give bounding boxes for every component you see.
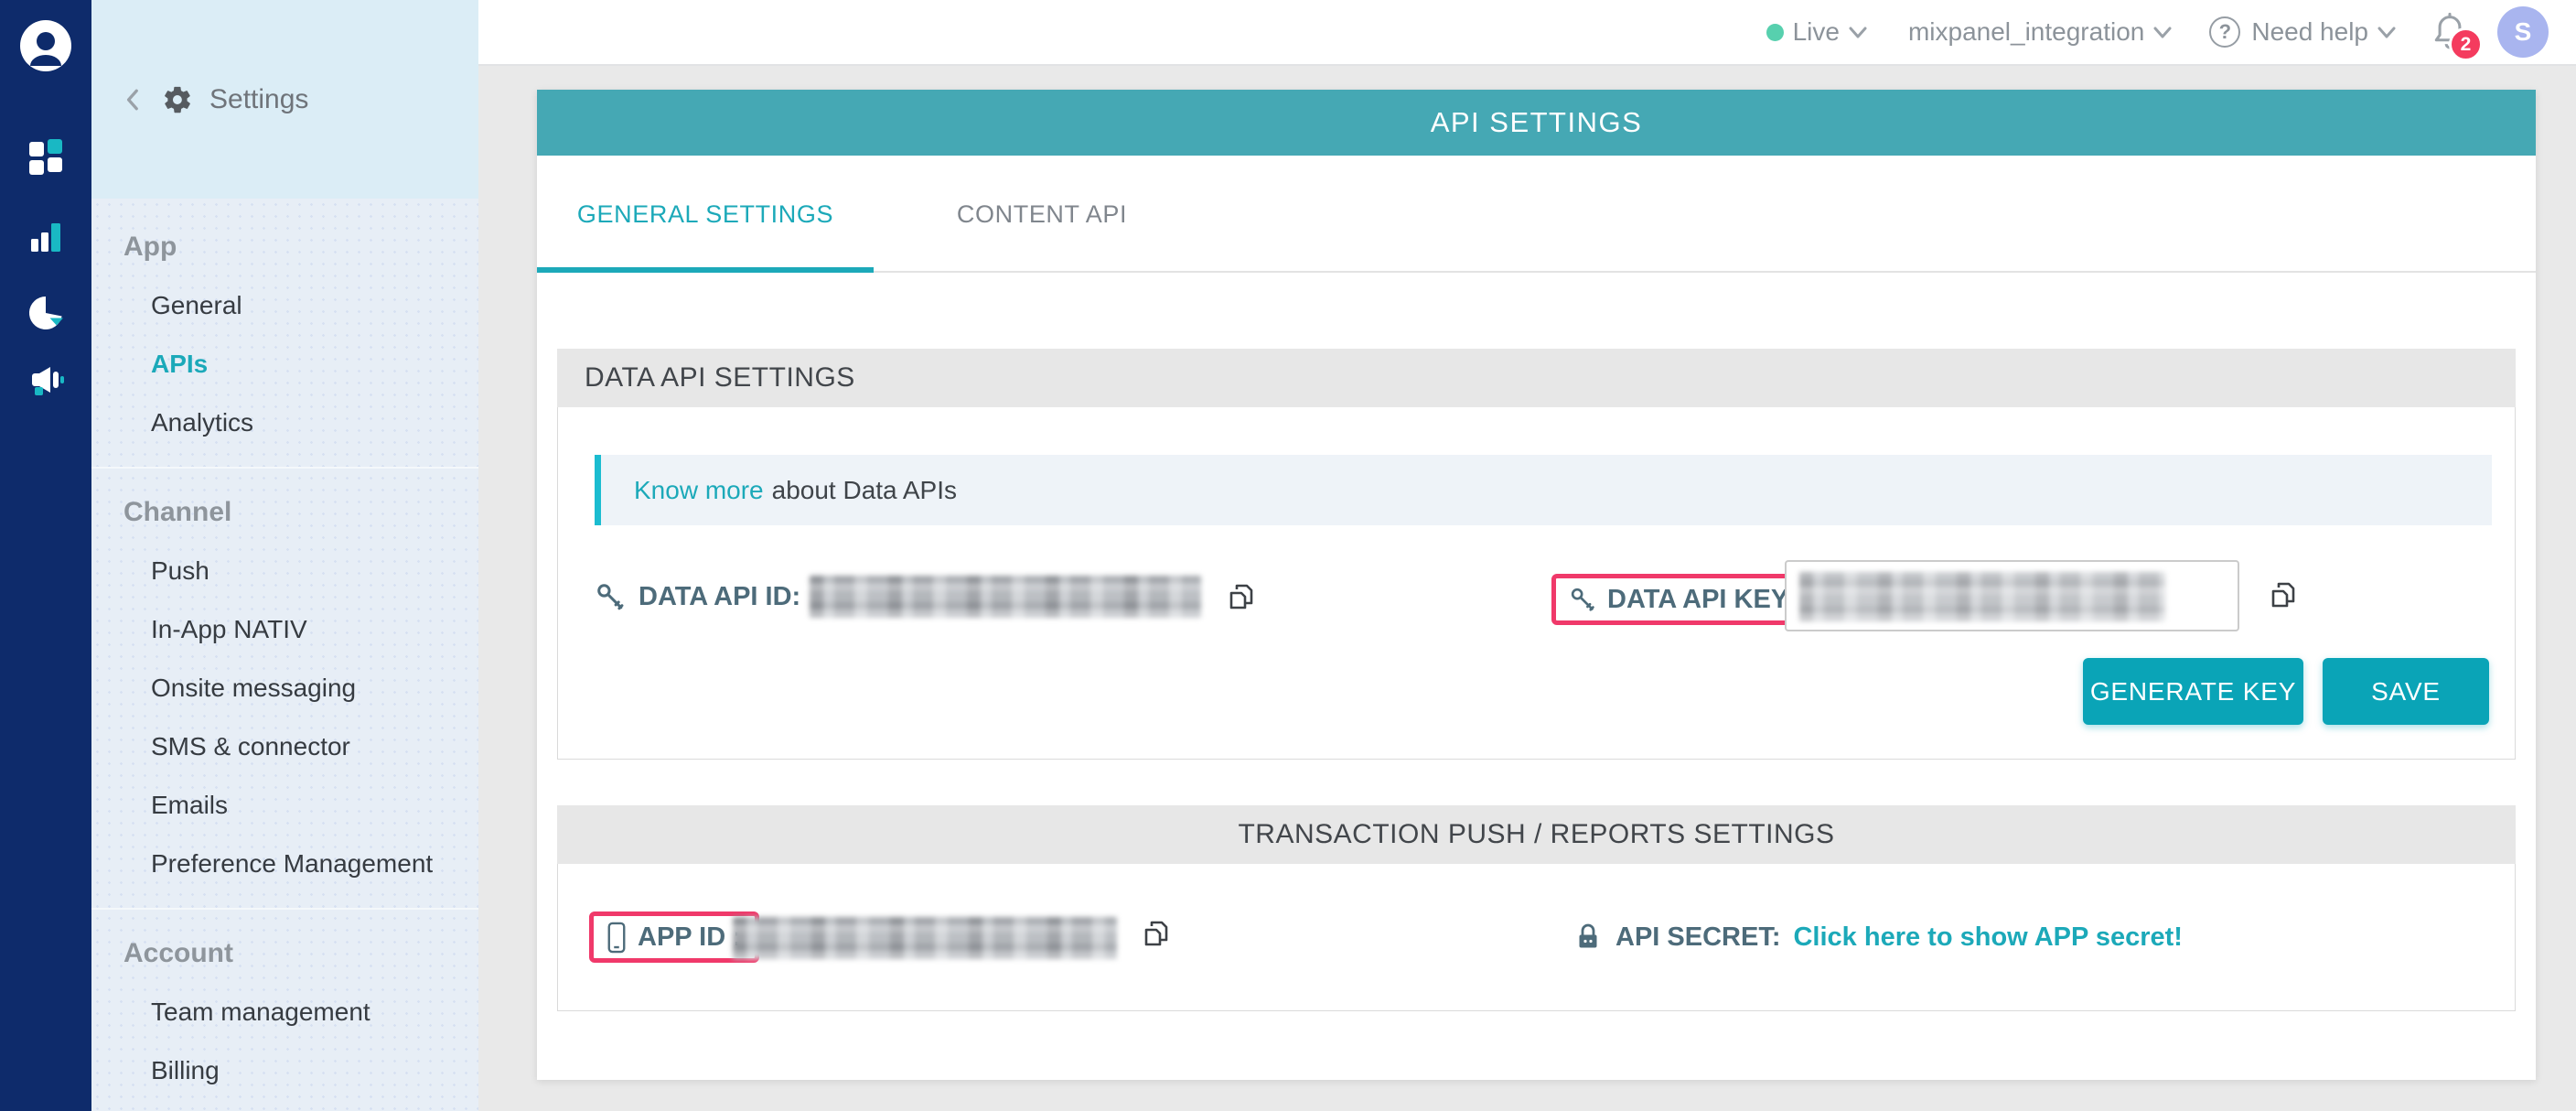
nav-section-app: App	[91, 218, 478, 276]
nav-item-billing[interactable]: Billing	[91, 1041, 478, 1100]
settings-sidebar: Settings App General APIs Analytics Chan…	[91, 0, 478, 1111]
nav-item-apis[interactable]: APIs	[91, 335, 478, 394]
know-more-link[interactable]: Know more	[634, 476, 764, 505]
settings-sidebar-header: Settings	[91, 0, 478, 199]
key-icon	[1569, 586, 1596, 613]
page-title: API SETTINGS	[1431, 106, 1643, 139]
project-label: mixpanel_integration	[1908, 17, 2144, 47]
back-chevron-icon[interactable]	[122, 86, 145, 113]
gear-icon	[162, 84, 193, 115]
data-api-settings-box: Know more about Data APIs DATA API ID:	[557, 407, 2516, 760]
nav-item-emails[interactable]: Emails	[91, 776, 478, 835]
nav-item-sms-connector[interactable]: SMS & connector	[91, 717, 478, 776]
data-api-key-input[interactable]	[1785, 560, 2239, 631]
live-status-dot	[1766, 24, 1784, 41]
nav-item-inapp-nativ[interactable]: In-App NATIV	[91, 600, 478, 659]
nav-item-analytics[interactable]: Analytics	[91, 394, 478, 452]
megaphone-icon[interactable]	[26, 360, 66, 400]
environment-label: Live	[1793, 17, 1840, 47]
transaction-settings-box: APP ID :	[557, 864, 2516, 1011]
nav-item-onsite-messaging[interactable]: Onsite messaging	[91, 659, 478, 717]
save-button[interactable]: SAVE	[2323, 658, 2489, 725]
chevron-down-icon	[1848, 26, 1868, 39]
know-more-banner: Know more about Data APIs	[595, 455, 2492, 525]
nav-section-account: Account	[91, 924, 478, 983]
data-api-settings-title: DATA API SETTINGS	[585, 362, 855, 394]
nav-section-channel: Channel	[91, 483, 478, 542]
data-api-settings-header: DATA API SETTINGS	[557, 349, 2516, 407]
banner-text: about Data APIs	[772, 476, 957, 505]
environment-selector[interactable]: Live	[1766, 17, 1868, 47]
need-help-label: Need help	[2251, 17, 2368, 47]
data-api-id-label: DATA API ID:	[639, 582, 800, 612]
copy-icon[interactable]	[1140, 917, 1173, 950]
dashboard-grid-icon[interactable]	[26, 135, 66, 176]
question-circle-icon: ?	[2209, 16, 2240, 48]
tab-general-settings[interactable]: GENERAL SETTINGS	[537, 156, 874, 273]
tabs-row: GENERAL SETTINGS CONTENT API	[537, 156, 2536, 273]
sidebar-title: Settings	[209, 84, 308, 115]
notification-count-badge: 2	[2449, 27, 2483, 61]
panel-body: GENERAL SETTINGS CONTENT API DATA API SE…	[537, 156, 2536, 1080]
data-api-key-label: DATA API KEY:	[1607, 585, 1796, 615]
settings-nav: App General APIs Analytics Channel Push …	[91, 199, 478, 1111]
key-icon	[595, 581, 626, 612]
api-settings-panel: API SETTINGS GENERAL SETTINGS CONTENT AP…	[537, 90, 2536, 1080]
app-id-value-redacted	[733, 917, 1117, 959]
show-app-secret-link[interactable]: Click here to show APP secret!	[1793, 922, 2182, 953]
pie-chart-icon[interactable]	[26, 293, 66, 333]
data-api-id-value-redacted	[810, 576, 1201, 618]
api-secret-label: API SECRET:	[1615, 922, 1780, 953]
app-root: Settings App General APIs Analytics Chan…	[0, 0, 2576, 1111]
project-selector[interactable]: mixpanel_integration	[1908, 17, 2173, 47]
chevron-down-icon	[2152, 26, 2173, 39]
need-help-menu[interactable]: ? Need help	[2209, 16, 2397, 48]
chevron-down-icon	[2377, 26, 2397, 39]
bar-chart-icon[interactable]	[26, 216, 66, 256]
data-api-id-row: DATA API ID:	[595, 571, 1258, 622]
topbar: Live mixpanel_integration ? Need help	[478, 0, 2576, 66]
netcore-logo[interactable]	[20, 20, 71, 71]
primary-nav-rail	[0, 0, 91, 1111]
transaction-settings-title: TRANSACTION PUSH / REPORTS SETTINGS	[1238, 819, 1834, 850]
generate-key-button[interactable]: GENERATE KEY	[2083, 658, 2303, 725]
copy-icon[interactable]	[2267, 578, 2300, 611]
nav-item-push[interactable]: Push	[91, 542, 478, 600]
nav-divider	[91, 908, 478, 910]
user-avatar[interactable]: S	[2497, 6, 2549, 58]
lock-icon	[1573, 922, 1603, 953]
phone-icon	[606, 921, 627, 955]
data-api-key-value-redacted	[1799, 572, 2165, 621]
nav-item-preference-management[interactable]: Preference Management	[91, 835, 478, 893]
copy-icon[interactable]	[1225, 580, 1258, 613]
active-tab-underline	[537, 267, 874, 273]
api-secret-row: API SECRET: Click here to show APP secre…	[1573, 911, 2183, 963]
app-id-label: APP ID :	[638, 922, 742, 953]
nav-item-team-management[interactable]: Team management	[91, 983, 478, 1041]
data-api-key-highlight: DATA API KEY:	[1551, 574, 1813, 625]
nav-divider	[91, 467, 478, 469]
notifications-bell[interactable]: 2	[2430, 10, 2470, 54]
nav-item-general[interactable]: General	[91, 276, 478, 335]
transaction-settings-header: TRANSACTION PUSH / REPORTS SETTINGS	[557, 805, 2516, 864]
panel-title-bar: API SETTINGS	[537, 90, 2536, 156]
tab-content-api[interactable]: CONTENT API	[874, 156, 1210, 273]
